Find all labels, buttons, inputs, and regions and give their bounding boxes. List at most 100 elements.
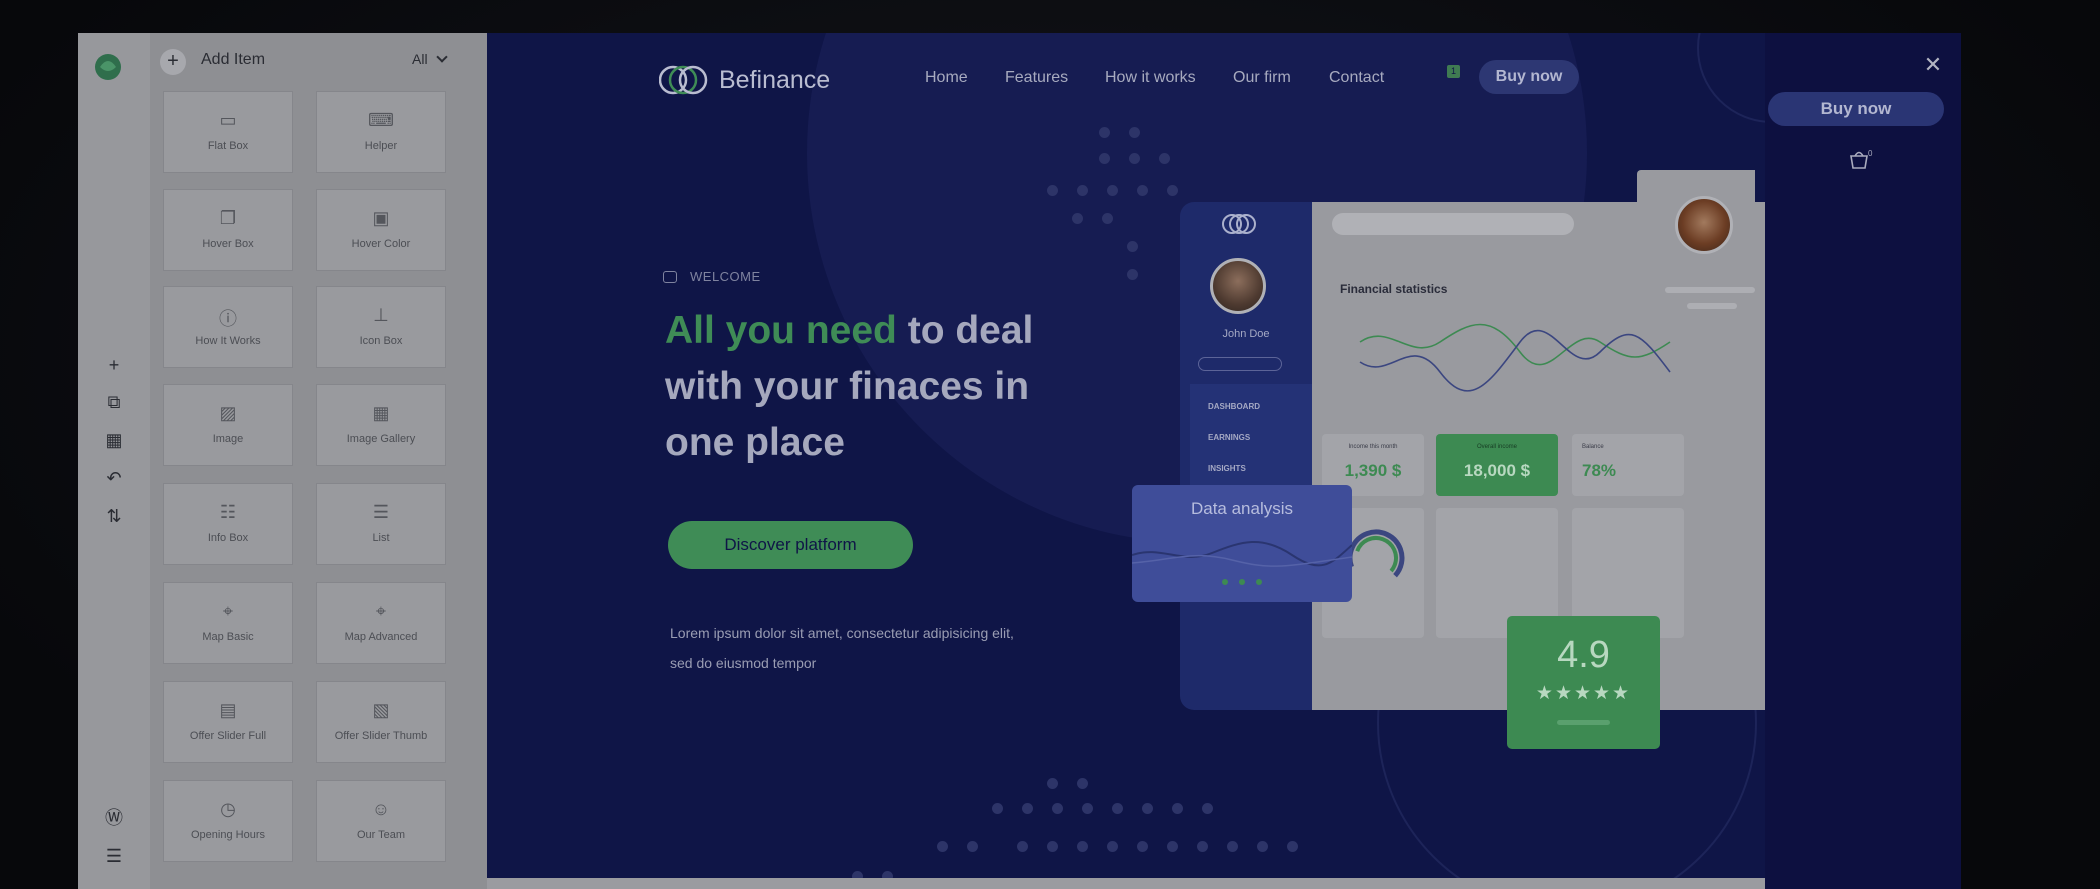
- filter-dropdown[interactable]: All: [412, 51, 448, 67]
- widget-tile[interactable]: ⌖ Map Basic: [163, 582, 293, 664]
- carousel-dot[interactable]: [1256, 579, 1262, 585]
- widget-tile[interactable]: ▭ Flat Box: [163, 91, 293, 173]
- cart-badge[interactable]: 1: [1447, 65, 1460, 78]
- widget-label: Helper: [364, 140, 398, 152]
- brand-name: Befinance: [719, 66, 831, 94]
- buy-now-side-button[interactable]: Buy now: [1768, 92, 1944, 126]
- nav-our-firm[interactable]: Our firm: [1233, 69, 1291, 87]
- map-pin-icon: ⌖: [222, 601, 234, 621]
- settings-sliders-icon[interactable]: ☰: [102, 844, 126, 868]
- nav-how-it-works[interactable]: How it works: [1105, 69, 1196, 87]
- menu-dashboard[interactable]: DASHBOARD: [1208, 402, 1260, 411]
- website-preview: Befinance Home Features How it works Our…: [487, 33, 1765, 889]
- page-bottom-strip: [487, 878, 1765, 889]
- carousel-dot[interactable]: [1239, 579, 1245, 585]
- map-pin-icon: ⌖: [375, 601, 387, 621]
- widget-tile[interactable]: ⌖ Map Advanced: [316, 582, 446, 664]
- dashboard-search[interactable]: [1332, 213, 1574, 235]
- widget-tile[interactable]: ☺ Our Team: [316, 780, 446, 862]
- decor-dot: [1202, 803, 1213, 814]
- decor-dot: [1047, 778, 1058, 789]
- bg-ring-small: [1697, 33, 1765, 123]
- panel-header: + Add Item All: [150, 33, 505, 89]
- income-label: Income this month: [1348, 444, 1398, 450]
- menu-insights[interactable]: INSIGHTS: [1208, 464, 1246, 473]
- decor-dot: [1287, 841, 1298, 852]
- decor-dot: [1107, 185, 1118, 196]
- widget-tile[interactable]: ❐ Hover Box: [163, 189, 293, 271]
- close-icon[interactable]: ✕: [1922, 54, 1944, 76]
- decor-dot: [1129, 153, 1140, 164]
- balance-card: Balance 78%: [1572, 434, 1684, 496]
- decor-dot: [1159, 153, 1170, 164]
- discover-platform-button[interactable]: Discover platform: [668, 521, 913, 569]
- gauge-icon: [1347, 529, 1405, 587]
- widget-label: Opening Hours: [191, 829, 265, 841]
- overall-income-card: Overall income 18,000 $: [1436, 434, 1558, 496]
- template-icon[interactable]: ⧉: [102, 390, 126, 414]
- decor-dot: [1257, 841, 1268, 852]
- nav-contact[interactable]: Contact: [1329, 69, 1384, 87]
- financial-stats-title: Financial statistics: [1340, 282, 1448, 296]
- decor-dot: [1167, 185, 1178, 196]
- image-icon: ▨: [219, 403, 237, 423]
- decor-dot: [1142, 803, 1153, 814]
- widget-tile[interactable]: ☷ Info Box: [163, 483, 293, 565]
- icon-box-icon: ⊥: [373, 305, 389, 325]
- nav-features[interactable]: Features: [1005, 69, 1068, 87]
- widget-tile[interactable]: ☰ List: [316, 483, 446, 565]
- nav-home[interactable]: Home: [925, 69, 968, 87]
- rating-value: 4.9: [1557, 634, 1610, 676]
- widget-tile[interactable]: ⊥ Icon Box: [316, 286, 446, 368]
- decor-dot: [992, 803, 1003, 814]
- decor-dot: [1099, 127, 1110, 138]
- add-item-label: Add Item: [201, 51, 266, 68]
- overall-value: 18,000 $: [1463, 461, 1531, 480]
- decor-dot: [1129, 127, 1140, 138]
- widget-tile[interactable]: ▦ Image Gallery: [316, 384, 446, 466]
- widget-tile[interactable]: ◷ Opening Hours: [163, 780, 293, 862]
- sidebar-search[interactable]: [1198, 357, 1282, 371]
- widget-tile[interactable]: ▤ Offer Slider Full: [163, 681, 293, 763]
- widget-tile[interactable]: ⓘ How It Works: [163, 286, 293, 368]
- widget-tile[interactable]: ▧ Offer Slider Thumb: [316, 681, 446, 763]
- hover-box-icon: ❐: [219, 208, 237, 228]
- hero-accent: All you need: [665, 309, 897, 352]
- add-icon[interactable]: +: [102, 353, 126, 377]
- screen: + ⧉ ▦ ↶ ⇅ Ⓦ ☰ + Add Item All ▭ Flat Box ⌨ H…: [0, 0, 2100, 889]
- flat-box-icon: ▭: [219, 110, 237, 130]
- hero-heading: All you need to deal with your finaces i…: [665, 303, 1105, 471]
- widget-label: Offer Slider Full: [189, 730, 267, 742]
- data-analysis-title: Data analysis: [1190, 499, 1294, 518]
- menu-earnings[interactable]: EARNINGS: [1208, 433, 1250, 442]
- decor-dot: [1077, 185, 1088, 196]
- decor-dot: [967, 841, 978, 852]
- chevron-down-icon: [435, 51, 448, 63]
- widget-tile[interactable]: ▨ Image: [163, 384, 293, 466]
- decor-dot: [1197, 841, 1208, 852]
- data-analysis-chart: [1132, 541, 1352, 567]
- decor-dot: [937, 841, 948, 852]
- dashboard-sidebar: John Doe DASHBOARD EARNINGS INSIGHTS: [1180, 202, 1312, 710]
- sort-icon[interactable]: ⇅: [102, 504, 126, 528]
- decor-dot: [1107, 841, 1118, 852]
- wordpress-icon[interactable]: Ⓦ: [102, 806, 126, 830]
- rating-card: 4.9 ★★★★★: [1507, 616, 1660, 749]
- decor-dot: [1052, 803, 1063, 814]
- decor-dot: [1047, 185, 1058, 196]
- svg-text:0: 0: [1868, 149, 1873, 158]
- widget-label: Map Advanced: [344, 631, 418, 643]
- carousel-dot[interactable]: [1222, 579, 1228, 585]
- buy-now-button[interactable]: Buy now: [1479, 60, 1579, 94]
- builder-logo-icon[interactable]: [94, 53, 122, 81]
- widget-tile[interactable]: ⌨ Helper: [316, 91, 446, 173]
- decor-dot: [1022, 803, 1033, 814]
- plus-icon[interactable]: +: [160, 49, 186, 75]
- widget-tile[interactable]: ▣ Hover Color: [316, 189, 446, 271]
- undo-icon[interactable]: ↶: [102, 466, 126, 490]
- shopping-bag-icon[interactable]: 0: [1848, 148, 1874, 170]
- widget-label: Our Team: [356, 829, 406, 841]
- layout-icon[interactable]: ▦: [102, 428, 126, 452]
- widget-label: Map Basic: [202, 631, 254, 643]
- brand-logo-icon: [659, 65, 708, 95]
